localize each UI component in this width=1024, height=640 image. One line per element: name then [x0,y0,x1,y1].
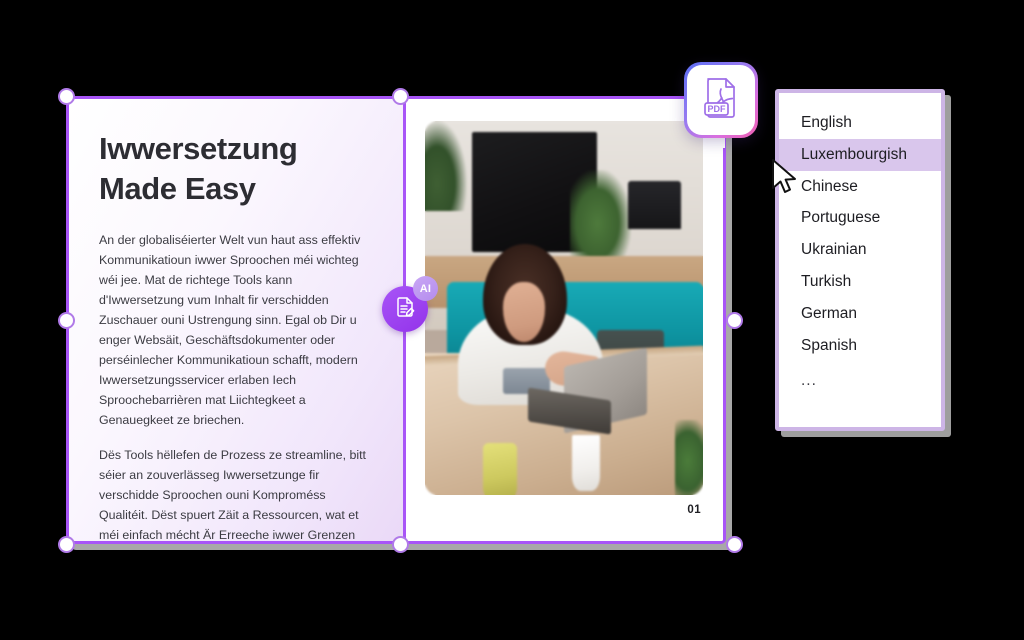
slide-paragraph-1: An der globaliséierter Welt vun haut ass… [99,232,361,428]
ai-label-badge[interactable]: AI [413,276,438,301]
resize-handle-bottom-left[interactable] [58,536,75,553]
ai-label: AI [419,282,432,295]
resize-handle-middle-left[interactable] [58,312,75,329]
slide-photo[interactable] [425,121,703,495]
document-edit-icon [393,295,417,324]
pdf-file-icon: PDF [700,75,742,126]
pdf-export-badge[interactable]: PDF [684,62,758,148]
pdf-badge-text: PDF [708,104,727,114]
canvas-stage: Iwwersetzung Made Easy An der globaliséi… [0,0,1024,640]
language-option-spanish[interactable]: Spanish [779,330,941,362]
resize-handle-top-left[interactable] [58,88,75,105]
resize-handle-bottom-right[interactable] [726,536,743,553]
resize-handle-middle-right[interactable] [726,312,743,329]
pdf-badge-inner: PDF [686,64,756,136]
language-option-turkish[interactable]: Turkish [779,266,941,298]
language-option-portuguese[interactable]: Portuguese [779,202,941,234]
language-option-german[interactable]: German [779,298,941,330]
slide-paragraph-2: Dës Tools hëllefen de Prozess ze streaml… [99,447,366,542]
language-option-english[interactable]: English [779,107,941,139]
resize-handle-bottom-center[interactable] [392,536,409,553]
slide-image-panel[interactable]: 01 [403,99,723,541]
slide-text-panel[interactable]: Iwwersetzung Made Easy An der globaliséi… [69,99,403,541]
language-option-chinese[interactable]: Chinese [779,171,941,203]
language-option-ukrainian[interactable]: Ukrainian [779,234,941,266]
slide-title: Iwwersetzung Made Easy [99,131,298,207]
photo-blur-overlay [425,121,703,495]
slide-page-number: 01 [687,504,701,516]
language-option-luxembourgish[interactable]: Luxembourgish [779,138,941,171]
language-dropdown[interactable]: English Luxembourgish Chinese Portuguese… [775,89,945,431]
resize-handle-top-center[interactable] [392,88,409,105]
language-option-more[interactable]: ... [779,362,941,397]
pdf-badge-gradient-border[interactable]: PDF [684,62,758,138]
